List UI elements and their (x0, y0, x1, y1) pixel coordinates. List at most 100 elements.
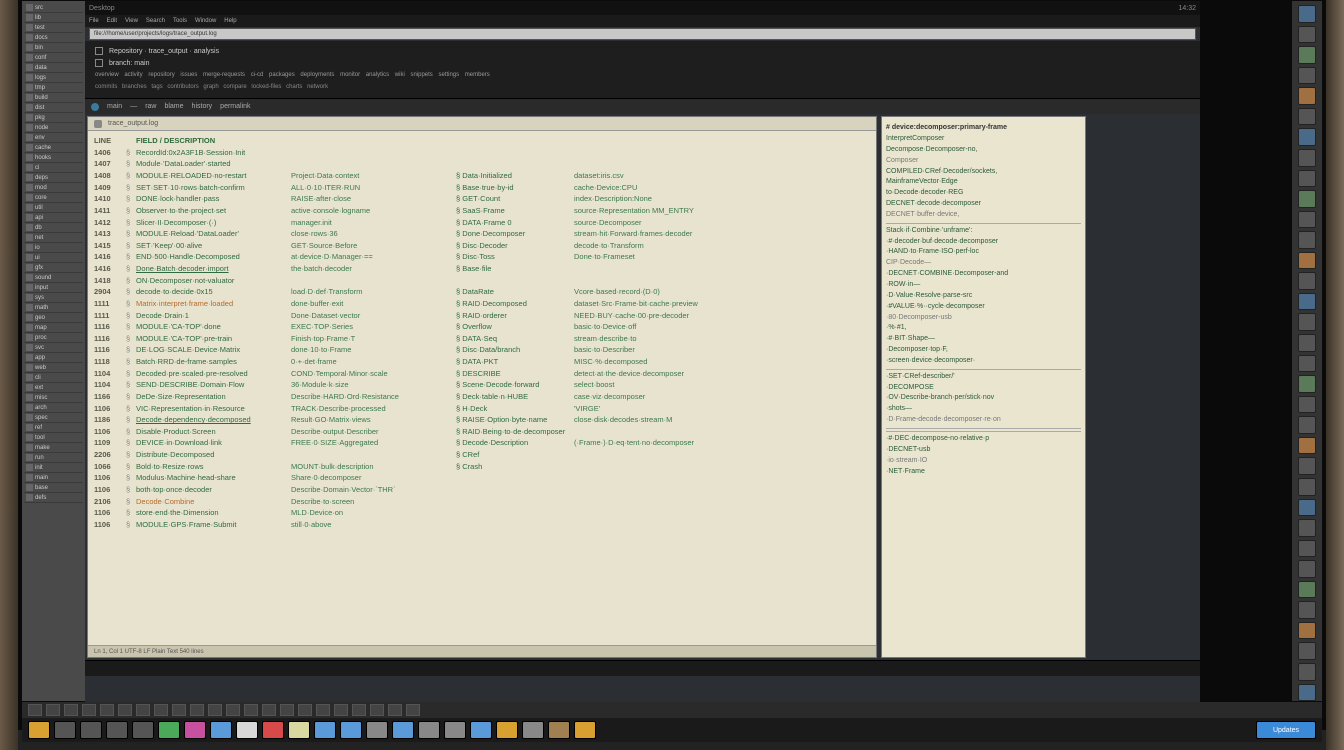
tool-icon[interactable] (1298, 231, 1316, 249)
tree-item[interactable]: gfx (24, 263, 83, 273)
log-row[interactable]: 1416§END·500·Handle·Decomposedat·device·… (94, 251, 870, 263)
tool-icon[interactable] (1298, 252, 1316, 270)
log-row[interactable]: 1111§Decode·Drain·1Done·Dataset·vector§ … (94, 310, 870, 322)
dock-app[interactable] (522, 721, 544, 739)
log-row[interactable]: 1116§DE·LOG·SCALE·Device·Matrixdone·10·t… (94, 344, 870, 356)
editor-tabs[interactable]: trace_output.log (88, 117, 876, 131)
log-row[interactable]: 1106§Disable·Product·ScreenDescribe·outp… (94, 426, 870, 438)
log-row[interactable]: 1416§Done·Batch·decoder·importthe·batch·… (94, 263, 870, 275)
tool-icon[interactable] (1298, 149, 1316, 167)
editor-tab-label[interactable]: trace_output.log (108, 120, 158, 127)
tray-icon[interactable] (298, 704, 312, 716)
dock-app[interactable] (210, 721, 232, 739)
tree-item[interactable]: util (24, 203, 83, 213)
tree-item[interactable]: spec (24, 413, 83, 423)
tool-icon[interactable] (1298, 519, 1316, 537)
tool-icon[interactable] (1298, 457, 1316, 475)
tray-icon[interactable] (190, 704, 204, 716)
tray-icon[interactable] (352, 704, 366, 716)
checkbox-icon[interactable] (95, 47, 103, 55)
tool-icon[interactable] (1298, 170, 1316, 188)
menu-window[interactable]: Window (195, 18, 216, 24)
dock-app[interactable] (236, 721, 258, 739)
tray-icon[interactable] (208, 704, 222, 716)
tray-icon[interactable] (370, 704, 384, 716)
tree-item[interactable]: proc (24, 333, 83, 343)
tree-item[interactable]: deps (24, 173, 83, 183)
editor-body[interactable]: LINEFIELD / DESCRIPTION1406§RecordId:0x2… (88, 131, 876, 645)
tray-icon[interactable] (64, 704, 78, 716)
tool-icon[interactable] (1298, 5, 1316, 23)
tray-icon[interactable] (46, 704, 60, 716)
tool-icon[interactable] (1298, 581, 1316, 599)
tree-item[interactable]: net (24, 233, 83, 243)
dock-app[interactable] (54, 721, 76, 739)
menu-tools[interactable]: Tools (173, 18, 187, 24)
tree-item[interactable]: data (24, 63, 83, 73)
tree-item[interactable]: bin (24, 43, 83, 53)
tree-item[interactable]: api (24, 213, 83, 223)
branch-label[interactable]: branch: main (109, 60, 149, 67)
tool-permalink[interactable]: permalink (220, 103, 250, 110)
log-row[interactable]: 1406§RecordId:0x2A3F1B·Session·Init (94, 147, 870, 159)
tray-icon[interactable] (82, 704, 96, 716)
tray-icon[interactable] (154, 704, 168, 716)
tree-item[interactable]: web (24, 363, 83, 373)
tool-icon[interactable] (1298, 642, 1316, 660)
log-row[interactable]: 1118§Batch·RRD·de-frame·samples0·+·det·f… (94, 356, 870, 368)
tool-icon[interactable] (1298, 478, 1316, 496)
log-row[interactable]: 1066§Bold·to·Resize·rowsMOUNT·bulk·descr… (94, 461, 870, 473)
dock-app[interactable] (444, 721, 466, 739)
nav-tabs-secondary[interactable]: commits branches tags contributors graph… (95, 83, 1190, 93)
tree-item[interactable]: core (24, 193, 83, 203)
tree-item[interactable]: map (24, 323, 83, 333)
tray-icon[interactable] (136, 704, 150, 716)
tree-item[interactable]: io (24, 243, 83, 253)
tool-icon[interactable] (1298, 108, 1316, 126)
tree-item[interactable]: app (24, 353, 83, 363)
log-row[interactable]: 1412§Slicer·II·Decomposer·(·)manager.ini… (94, 217, 870, 229)
log-row[interactable]: 1109§DEVICE·in·Download·linkFREE·0·SIZE·… (94, 437, 870, 449)
app-menubar[interactable]: FileEditViewSearchToolsWindowHelp (85, 15, 1200, 27)
breadcrumb[interactable]: Repository · trace_output · analysis (109, 48, 219, 55)
dock-app[interactable] (314, 721, 336, 739)
log-row[interactable]: 2106§Decode·CombineDescribe·to·screen (94, 496, 870, 508)
left-file-tree[interactable]: srclibtestdocsbinconfdatalogstmpbuilddis… (22, 1, 85, 701)
tree-item[interactable]: math (24, 303, 83, 313)
tool-icon[interactable] (1298, 499, 1316, 517)
dock-app[interactable] (548, 721, 570, 739)
tool-icon[interactable] (1298, 396, 1316, 414)
tray-icon[interactable] (226, 704, 240, 716)
dock-app[interactable] (132, 721, 154, 739)
tray-icon[interactable] (316, 704, 330, 716)
log-row[interactable]: 1166§DeDe·Size·RepresentationDescribe·HA… (94, 391, 870, 403)
tree-item[interactable]: cli (24, 373, 83, 383)
dock-app[interactable] (80, 721, 102, 739)
tool-icon[interactable] (1298, 622, 1316, 640)
log-row[interactable]: 1106§store·end·the·DimensionMLD·Device·o… (94, 507, 870, 519)
log-row[interactable]: 1106§VIC·Representation·in·ResourceTRACK… (94, 403, 870, 415)
dock-app[interactable] (340, 721, 362, 739)
tool-icon[interactable] (1298, 355, 1316, 373)
tree-item[interactable]: ui (24, 253, 83, 263)
tree-item[interactable]: input (24, 283, 83, 293)
log-row[interactable]: 1186§Decode·dependency·decomposedResult·… (94, 414, 870, 426)
tool-blame[interactable]: blame (164, 103, 183, 110)
tool-icon[interactable] (1298, 190, 1316, 208)
tool-raw[interactable]: raw (145, 103, 156, 110)
log-row[interactable]: 1411§Observer·to·the·project·setactive·c… (94, 205, 870, 217)
tool-icon[interactable] (1298, 416, 1316, 434)
log-row[interactable]: 1407§Module·'DataLoader'·started (94, 158, 870, 170)
menu-edit[interactable]: Edit (107, 18, 117, 24)
tree-item[interactable]: env (24, 133, 83, 143)
log-row[interactable]: 2206§Distribute·Decomposed§ CRef (94, 449, 870, 461)
system-tray[interactable] (22, 702, 1322, 718)
log-row[interactable]: 1413§MODULE·Reload·'DataLoader'close·row… (94, 228, 870, 240)
tool-icon[interactable] (1298, 293, 1316, 311)
log-row[interactable]: 1116§MODULE·'CA-TOP'·doneEXEC·TOP·Series… (94, 321, 870, 333)
tray-icon[interactable] (406, 704, 420, 716)
tree-item[interactable]: svc (24, 343, 83, 353)
file-toolbar[interactable]: main—rawblamehistorypermalink (85, 98, 1200, 114)
menu-help[interactable]: Help (224, 18, 236, 24)
tree-item[interactable]: test (24, 23, 83, 33)
